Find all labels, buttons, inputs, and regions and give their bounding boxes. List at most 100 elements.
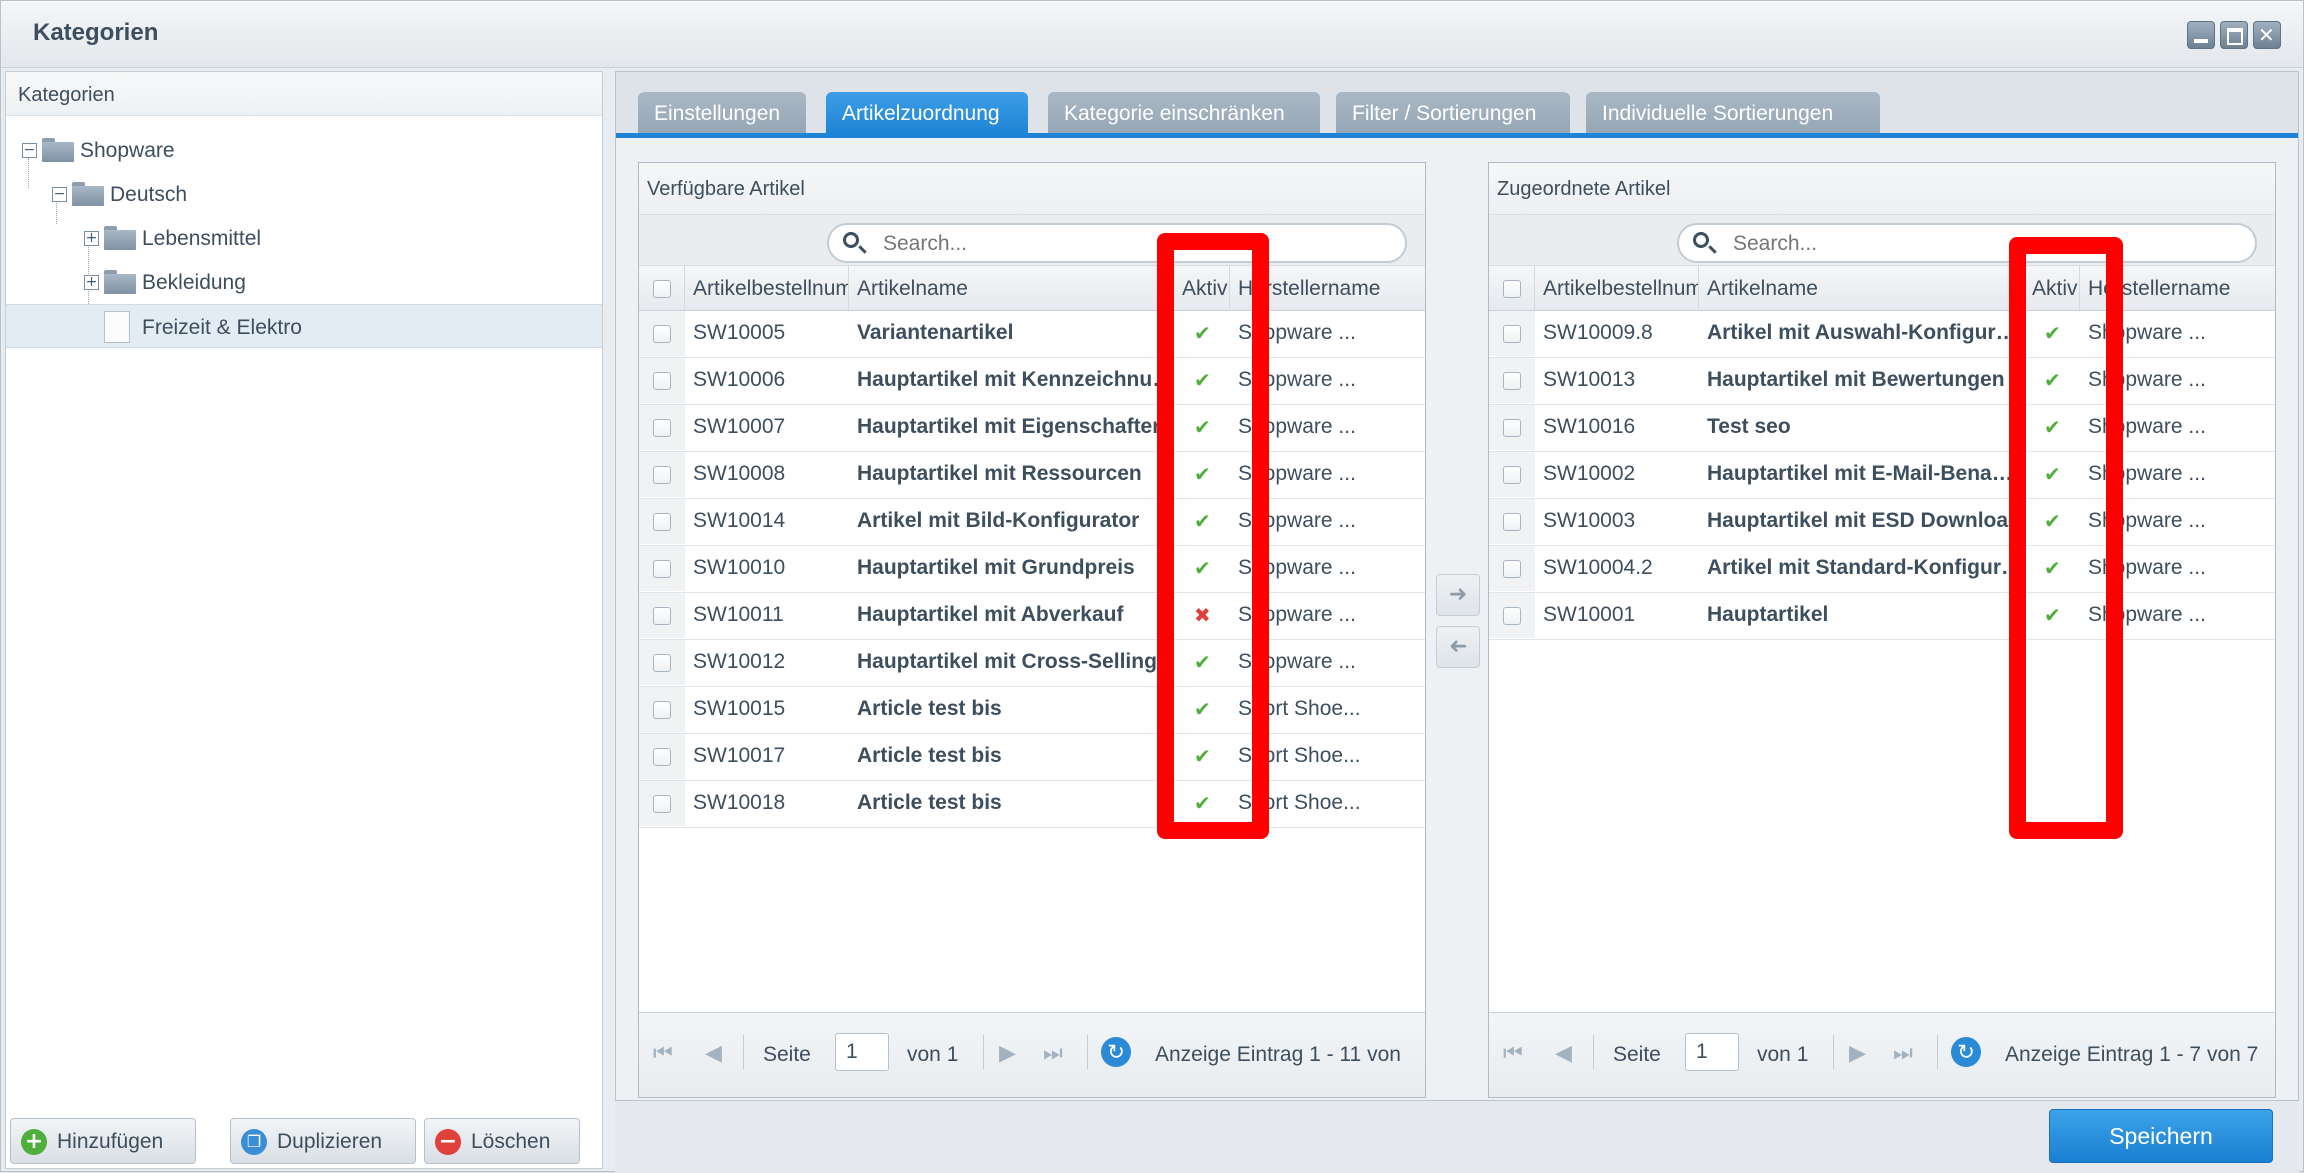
row-select-cell[interactable] [639, 734, 685, 779]
row-select-cell[interactable] [639, 687, 685, 732]
table-row[interactable]: SW10013 Hauptartikel mit Bewertungen ✔ Shop… [1489, 358, 2275, 405]
first-page-icon[interactable]: ⏮ [653, 1041, 673, 1066]
collapse-icon[interactable]: − [52, 187, 67, 202]
row-select-cell[interactable] [639, 593, 685, 638]
add-button[interactable]: + Hinzufügen [10, 1118, 196, 1164]
tab-kategorie-einschraenken[interactable]: Kategorie einschränken [1048, 92, 1320, 134]
minimize-icon[interactable] [2187, 21, 2215, 49]
row-checkbox[interactable] [653, 513, 671, 531]
tree-node-lebensmittel[interactable]: + Lebensmittel [6, 216, 602, 260]
table-row[interactable]: SW10004.2 Artikel mit Standard-Konfigurat… [1489, 546, 2275, 593]
row-select-cell[interactable] [639, 546, 685, 591]
row-select-cell[interactable] [1489, 311, 1535, 356]
expand-icon[interactable]: + [84, 231, 99, 246]
page-number-input[interactable] [1685, 1033, 1739, 1071]
row-select-cell[interactable] [1489, 593, 1535, 638]
page-number-input[interactable] [835, 1033, 889, 1071]
row-select-cell[interactable] [1489, 546, 1535, 591]
row-select-cell[interactable] [639, 405, 685, 450]
last-page-icon[interactable]: ⏭ [1043, 1041, 1063, 1066]
first-page-icon[interactable]: ⏮ [1503, 1041, 1523, 1066]
next-page-icon[interactable]: ▶ [999, 1041, 1016, 1066]
tree-node-shopware[interactable]: − Shopware [6, 128, 602, 172]
column-header-name[interactable]: Artikelname [1699, 266, 2024, 310]
row-checkbox[interactable] [653, 795, 671, 813]
table-row[interactable]: SW10002 Hauptartikel mit E-Mail-Benachric… [1489, 452, 2275, 499]
search-input[interactable] [881, 231, 1385, 257]
row-checkbox[interactable] [653, 701, 671, 719]
table-row[interactable]: SW10009.8 Artikel mit Auswahl-Konfigurato… [1489, 311, 2275, 358]
select-all-header[interactable] [1489, 266, 1535, 310]
row-select-cell[interactable] [1489, 452, 1535, 497]
last-page-icon[interactable]: ⏭ [1893, 1041, 1913, 1066]
row-checkbox[interactable] [1503, 607, 1521, 625]
refresh-icon[interactable]: ↻ [1101, 1037, 1131, 1067]
column-header-name[interactable]: Artikelname [849, 266, 1174, 310]
row-select-cell[interactable] [639, 452, 685, 497]
table-row[interactable]: SW10001 Hauptartikel ✔ Shopware ... [1489, 593, 2275, 640]
table-row[interactable]: SW10007 Hauptartikel mit Eigenschaften ✔ Sh… [639, 405, 1425, 452]
table-row[interactable]: SW10006 Hauptartikel mit Kennzeichnung ✔ Sh… [639, 358, 1425, 405]
row-checkbox[interactable] [1503, 372, 1521, 390]
row-checkbox[interactable] [653, 325, 671, 343]
search-input[interactable] [1731, 231, 2235, 257]
row-select-cell[interactable] [1489, 358, 1535, 403]
select-all-checkbox[interactable] [653, 280, 671, 298]
maximize-icon[interactable] [2220, 21, 2248, 49]
column-header-number[interactable]: Artikelbestellnummer [1535, 266, 1699, 310]
table-row[interactable]: SW10005 Variantenartikel ✔ Shopware ... [639, 311, 1425, 358]
close-icon[interactable] [2253, 21, 2281, 49]
table-row[interactable]: SW10015 Article test bis ✔ Sport Shoe... [639, 687, 1425, 734]
search-field[interactable] [1677, 223, 2257, 263]
row-checkbox[interactable] [1503, 560, 1521, 578]
tree-node-deutsch[interactable]: − Deutsch [6, 172, 602, 216]
row-select-cell[interactable] [1489, 499, 1535, 544]
row-checkbox[interactable] [653, 372, 671, 390]
row-select-cell[interactable] [639, 311, 685, 356]
next-page-icon[interactable]: ▶ [1849, 1041, 1866, 1066]
row-select-cell[interactable] [639, 358, 685, 403]
row-checkbox[interactable] [653, 466, 671, 484]
select-all-checkbox[interactable] [1503, 280, 1521, 298]
tab-individuelle-sortierungen[interactable]: Individuelle Sortierungen [1586, 92, 1880, 134]
row-checkbox[interactable] [653, 560, 671, 578]
table-row[interactable]: SW10018 Article test bis ✔ Sport Shoe... [639, 781, 1425, 828]
tree-node-freizeit-elektro[interactable]: Freizeit & Elektro [6, 304, 602, 348]
row-checkbox[interactable] [1503, 513, 1521, 531]
search-field[interactable] [827, 223, 1407, 263]
table-row[interactable]: SW10012 Hauptartikel mit Cross-Selling ✔ Sh… [639, 640, 1425, 687]
row-checkbox[interactable] [1503, 325, 1521, 343]
row-checkbox[interactable] [1503, 466, 1521, 484]
table-row[interactable]: SW10011 Hauptartikel mit Abverkauf ✖ Shopwa… [639, 593, 1425, 640]
tab-filter-sortierungen[interactable]: Filter / Sortierungen [1336, 92, 1570, 134]
table-row[interactable]: SW10014 Artikel mit Bild-Konfigurator ✔ Sho… [639, 499, 1425, 546]
row-checkbox[interactable] [653, 748, 671, 766]
table-row[interactable]: SW10016 Test seo ✔ Shopware ... [1489, 405, 2275, 452]
tab-artikelzuordnung[interactable]: Artikelzuordnung [826, 92, 1028, 134]
row-select-cell[interactable] [639, 781, 685, 826]
row-checkbox[interactable] [653, 654, 671, 672]
select-all-header[interactable] [639, 266, 685, 310]
table-row[interactable]: SW10010 Hauptartikel mit Grundpreis ✔ Shopw… [639, 546, 1425, 593]
expand-icon[interactable]: + [84, 275, 99, 290]
move-right-button[interactable]: ➜ [1436, 574, 1480, 616]
row-select-cell[interactable] [639, 640, 685, 685]
refresh-icon[interactable]: ↻ [1951, 1037, 1981, 1067]
tree-node-bekleidung[interactable]: + Bekleidung [6, 260, 602, 304]
row-select-cell[interactable] [639, 499, 685, 544]
table-row[interactable]: SW10017 Article test bis ✔ Sport Shoe... [639, 734, 1425, 781]
duplicate-button[interactable]: ❐ Duplizieren [230, 1118, 416, 1164]
row-checkbox[interactable] [653, 419, 671, 437]
table-row[interactable]: SW10008 Hauptartikel mit Ressourcen ✔ Shopw… [639, 452, 1425, 499]
prev-page-icon[interactable]: ◀ [1555, 1041, 1572, 1066]
table-row[interactable]: SW10003 Hauptartikel mit ESD Download ✔ Sho… [1489, 499, 2275, 546]
row-select-cell[interactable] [1489, 405, 1535, 450]
move-left-button[interactable]: ➜ [1436, 626, 1480, 668]
collapse-icon[interactable]: − [22, 143, 37, 158]
save-button[interactable]: Speichern [2049, 1109, 2273, 1163]
delete-button[interactable]: − Löschen [424, 1118, 580, 1164]
row-checkbox[interactable] [1503, 419, 1521, 437]
prev-page-icon[interactable]: ◀ [705, 1041, 722, 1066]
window-titlebar[interactable]: Kategorien [1, 1, 2303, 68]
row-checkbox[interactable] [653, 607, 671, 625]
